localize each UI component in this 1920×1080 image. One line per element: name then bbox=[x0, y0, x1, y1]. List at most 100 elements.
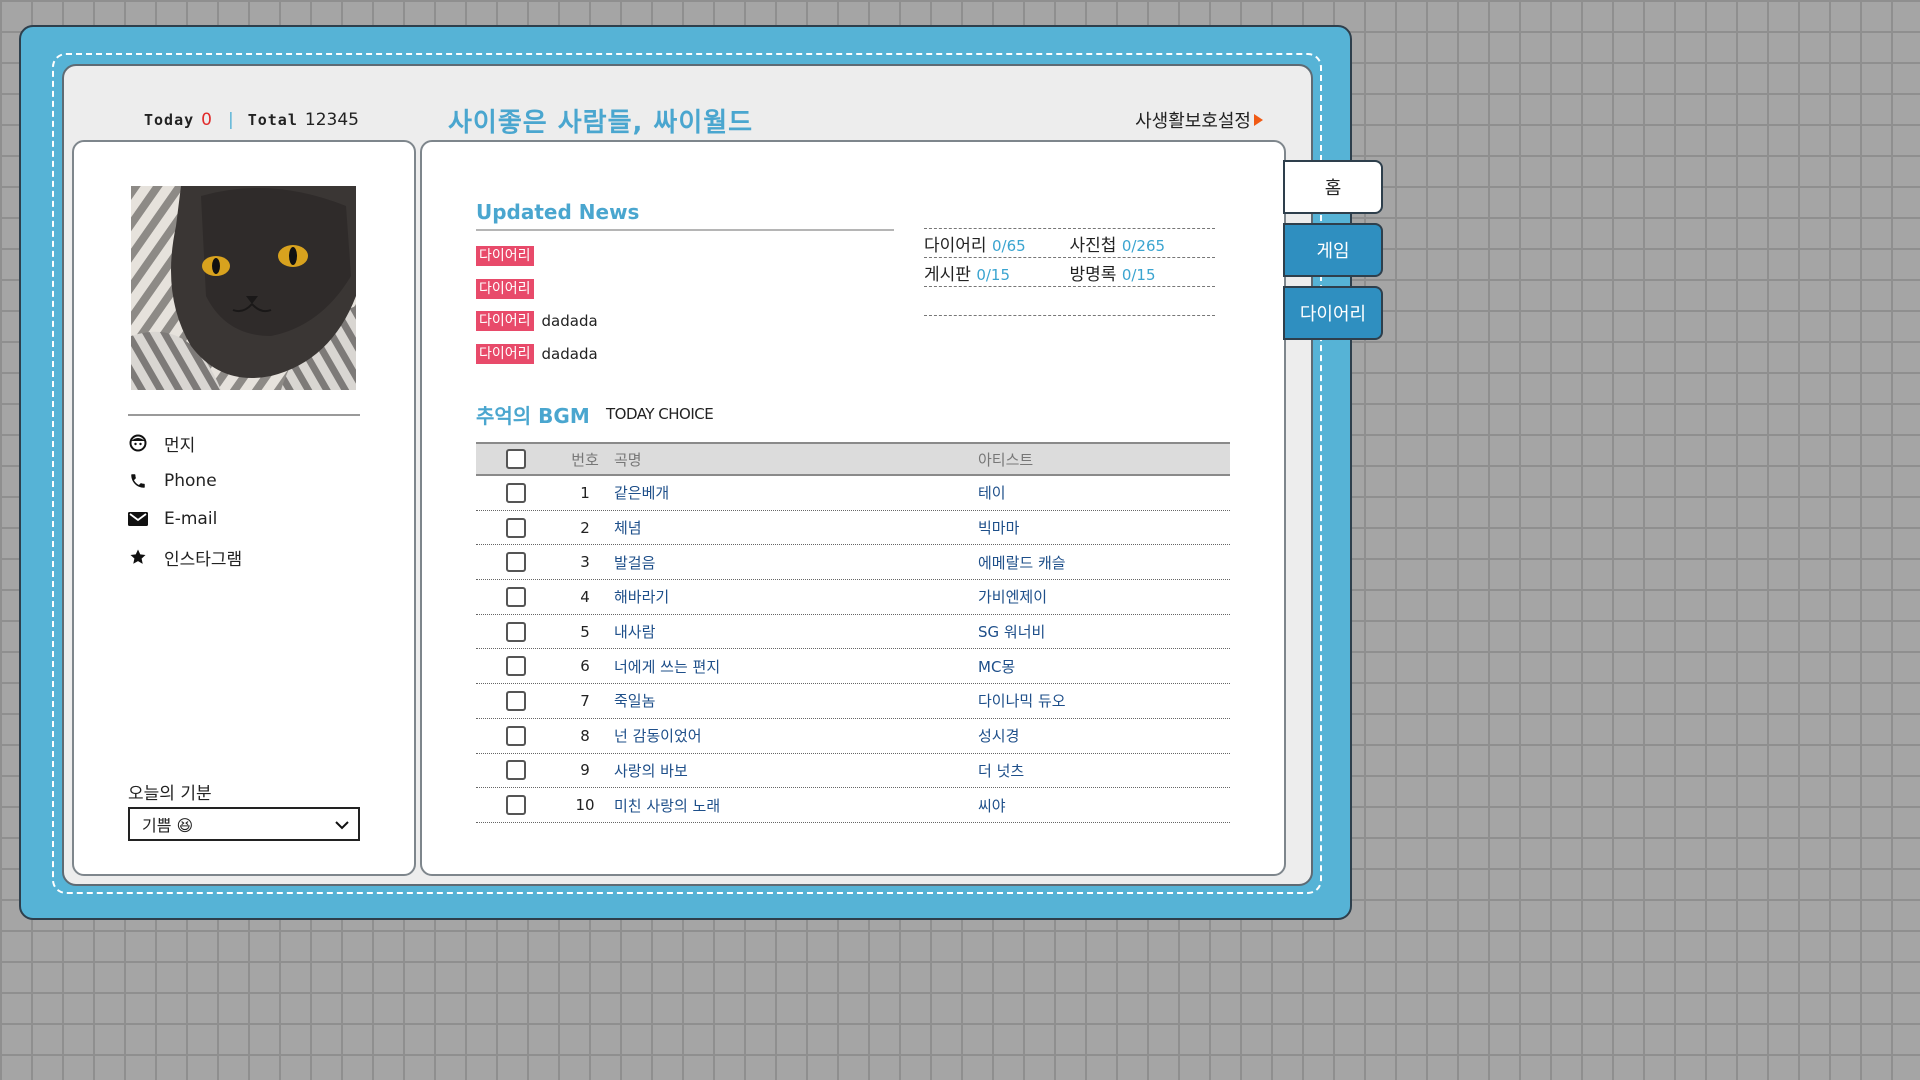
mood-label: 오늘의 기분 bbox=[128, 784, 212, 804]
email-icon bbox=[128, 509, 148, 529]
updated-news-title: Updated News bbox=[476, 200, 640, 224]
song-artist: 가비엔제이 bbox=[978, 588, 1048, 607]
row-checkbox[interactable] bbox=[506, 552, 526, 573]
song-title[interactable]: 죽일놈 bbox=[614, 690, 978, 711]
news-badge: 다이어리 bbox=[476, 311, 534, 332]
table-row: 6 너에게 쓰는 편지 MC몽 bbox=[476, 649, 1230, 685]
profile-email: E-mail bbox=[164, 509, 218, 529]
stat-guestbook-label: 방명록 bbox=[1069, 264, 1117, 285]
phone-icon bbox=[128, 471, 148, 491]
mood-value: 기쁨 😆 bbox=[142, 816, 194, 835]
news-item[interactable]: 다이어리 bbox=[476, 240, 598, 273]
row-checkbox[interactable] bbox=[506, 621, 526, 642]
mood-select[interactable]: 기쁨 😆 bbox=[128, 807, 360, 841]
song-title[interactable]: 내사람 bbox=[614, 621, 978, 642]
bgm-title: 추억의 BGM bbox=[476, 404, 590, 428]
stats-row: 다이어리 0/65 사진첩 0/265 bbox=[924, 228, 1215, 257]
song-title[interactable]: 발걸음 bbox=[614, 552, 978, 573]
counter-separator: | bbox=[227, 110, 234, 130]
news-badge: 다이어리 bbox=[476, 246, 534, 267]
arrow-right-icon bbox=[1254, 114, 1263, 126]
news-text: dadada bbox=[541, 344, 598, 363]
stats-table: 다이어리 0/65 사진첩 0/265 게시판 0/15 방명록 0/15 bbox=[924, 228, 1215, 317]
song-title[interactable]: 너에게 쓰는 편지 bbox=[614, 656, 978, 677]
tab-game[interactable]: 게임 bbox=[1283, 223, 1383, 277]
row-checkbox[interactable] bbox=[506, 795, 526, 816]
tab-home[interactable]: 홈 bbox=[1283, 160, 1383, 214]
song-title[interactable]: 해바라기 bbox=[614, 586, 978, 607]
row-checkbox[interactable] bbox=[506, 760, 526, 781]
row-checkbox[interactable] bbox=[506, 725, 526, 746]
tab-diary[interactable]: 다이어리 bbox=[1283, 286, 1383, 340]
song-number: 7 bbox=[580, 691, 590, 710]
stat-album-value: 0/265 bbox=[1121, 236, 1166, 255]
chevron-down-icon bbox=[334, 817, 350, 836]
today-label: Today bbox=[144, 111, 195, 129]
table-row: 4 해바라기 가비엔제이 bbox=[476, 580, 1230, 615]
stats-row-empty bbox=[924, 286, 1215, 315]
smiley-face-icon bbox=[128, 433, 148, 453]
song-artist: 빅마마 bbox=[978, 519, 1020, 538]
stat-guestbook[interactable]: 방명록 0/15 bbox=[1070, 260, 1216, 285]
song-title[interactable]: 미친 사랑의 노래 bbox=[614, 795, 978, 816]
cat-photo bbox=[131, 186, 356, 390]
row-checkbox[interactable] bbox=[506, 690, 526, 711]
news-badge: 다이어리 bbox=[476, 278, 534, 299]
news-badge: 다이어리 bbox=[476, 343, 534, 364]
song-title[interactable]: 같은베개 bbox=[614, 482, 978, 503]
song-artist: SG 워너비 bbox=[978, 623, 1046, 642]
row-checkbox[interactable] bbox=[506, 517, 526, 538]
news-item[interactable]: 다이어리 bbox=[476, 273, 598, 306]
song-number: 2 bbox=[580, 518, 590, 537]
profile-item-email[interactable]: E-mail bbox=[128, 500, 368, 538]
stat-diary[interactable]: 다이어리 0/65 bbox=[924, 231, 1070, 256]
news-item[interactable]: 다이어리 dadada bbox=[476, 305, 598, 338]
stat-board[interactable]: 게시판 0/15 bbox=[924, 260, 1070, 285]
select-all-checkbox[interactable] bbox=[506, 449, 526, 469]
song-artist: 더 넛츠 bbox=[978, 761, 1025, 780]
privacy-settings-link[interactable]: 사생활보호설정 bbox=[1135, 107, 1263, 133]
stats-row: 게시판 0/15 방명록 0/15 bbox=[924, 257, 1215, 286]
song-number: 3 bbox=[580, 553, 590, 572]
table-row: 9 사랑의 바보 더 넛츠 bbox=[476, 754, 1230, 789]
news-text: dadada bbox=[541, 312, 598, 331]
privacy-settings-label: 사생활보호설정 bbox=[1135, 111, 1251, 132]
song-artist: 씨야 bbox=[978, 796, 1006, 815]
song-title[interactable]: 체념 bbox=[614, 517, 978, 538]
profile-item-instagram[interactable]: 인스타그램 bbox=[128, 538, 368, 576]
table-row: 3 발걸음 에메랄드 캐슬 bbox=[476, 545, 1230, 581]
stats-divider bbox=[924, 315, 1215, 317]
song-number: 1 bbox=[580, 483, 590, 502]
header-number: 번호 bbox=[571, 450, 599, 469]
profile-item-name: 먼지 bbox=[128, 424, 368, 462]
song-artist: 에메랄드 캐슬 bbox=[978, 553, 1066, 572]
header-song: 곡명 bbox=[614, 450, 642, 469]
stat-album[interactable]: 사진첩 0/265 bbox=[1070, 231, 1216, 256]
profile-name: 먼지 bbox=[164, 435, 196, 456]
news-item[interactable]: 다이어리 dadada bbox=[476, 338, 598, 371]
stat-guestbook-value: 0/15 bbox=[1121, 265, 1156, 284]
song-number: 6 bbox=[580, 657, 590, 676]
row-checkbox[interactable] bbox=[506, 586, 526, 607]
profile-info-list: 먼지 Phone E-mail 인스타그램 bbox=[128, 424, 368, 576]
song-artist: MC몽 bbox=[978, 657, 1016, 676]
table-row: 1 같은베개 테이 bbox=[476, 476, 1230, 511]
news-divider bbox=[476, 229, 894, 231]
song-number: 10 bbox=[575, 796, 595, 815]
header-artist: 아티스트 bbox=[978, 450, 1034, 469]
song-title[interactable]: 넌 감동이었어 bbox=[614, 725, 978, 746]
song-title[interactable]: 사랑의 바보 bbox=[614, 760, 978, 781]
profile-item-phone[interactable]: Phone bbox=[128, 462, 368, 500]
total-count: 12345 bbox=[304, 110, 359, 130]
bgm-table: 번호 곡명 아티스트 1 같은베개 테이 2 체념 빅마마 3 발걸음 에메랄드… bbox=[476, 442, 1230, 823]
site-title: 사이좋은 사람들, 싸이월드 bbox=[448, 108, 754, 138]
song-artist: 다이나믹 듀오 bbox=[978, 692, 1066, 711]
table-row: 5 내사람 SG 워너비 bbox=[476, 615, 1230, 650]
stat-board-value: 0/15 bbox=[976, 265, 1011, 284]
song-artist: 테이 bbox=[978, 484, 1006, 503]
stat-album-label: 사진첩 bbox=[1069, 235, 1117, 256]
row-checkbox[interactable] bbox=[506, 656, 526, 677]
visitor-counter: Today 0 | Total 12345 bbox=[144, 110, 359, 130]
song-number: 8 bbox=[580, 726, 590, 745]
row-checkbox[interactable] bbox=[506, 482, 526, 503]
